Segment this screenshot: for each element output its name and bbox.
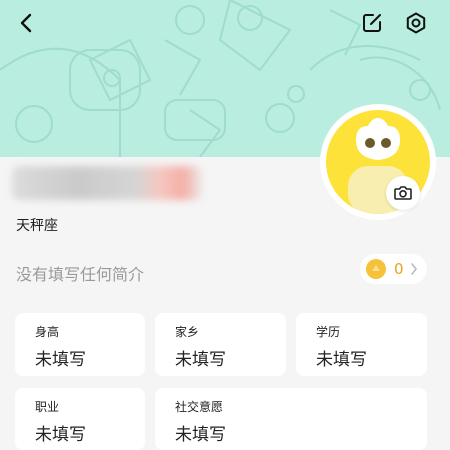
avatar-frame[interactable]: [320, 104, 436, 220]
info-card-value: 未填写: [35, 350, 86, 370]
info-card-education[interactable]: 学历 未填写: [296, 313, 427, 376]
info-card-label: 社交意愿: [175, 400, 224, 414]
coin-icon: [366, 259, 386, 279]
info-card-occupation[interactable]: 职业 未填写: [15, 388, 145, 450]
username-blurred: [12, 166, 202, 200]
coin-balance-button[interactable]: 0: [360, 254, 427, 284]
chevron-right-icon: [410, 263, 417, 275]
edit-profile-button[interactable]: [355, 6, 389, 40]
info-card-value: 未填写: [35, 425, 86, 445]
camera-icon: [394, 186, 412, 200]
info-card-value: 未填写: [175, 350, 226, 370]
info-card-height[interactable]: 身高 未填写: [15, 313, 145, 376]
settings-icon: [406, 12, 426, 34]
zodiac-label: 天秤座: [16, 218, 58, 234]
bio-placeholder[interactable]: 没有填写任何简介: [16, 261, 144, 285]
chevron-left-icon: [20, 13, 32, 33]
info-card-value: 未填写: [316, 350, 367, 370]
settings-button[interactable]: [399, 6, 433, 40]
info-card-label: 身高: [35, 325, 60, 339]
edit-icon: [363, 14, 381, 32]
info-card-social-intention[interactable]: 社交意愿 未填写: [155, 388, 427, 450]
coin-count: 0: [394, 260, 404, 278]
info-card-value: 未填写: [175, 425, 226, 445]
info-card-label: 职业: [35, 400, 60, 414]
info-card-hometown[interactable]: 家乡 未填写: [155, 313, 286, 376]
info-card-label: 家乡: [175, 325, 200, 339]
change-avatar-button[interactable]: [386, 176, 420, 210]
back-button[interactable]: [10, 6, 44, 40]
info-card-label: 学历: [316, 325, 341, 339]
